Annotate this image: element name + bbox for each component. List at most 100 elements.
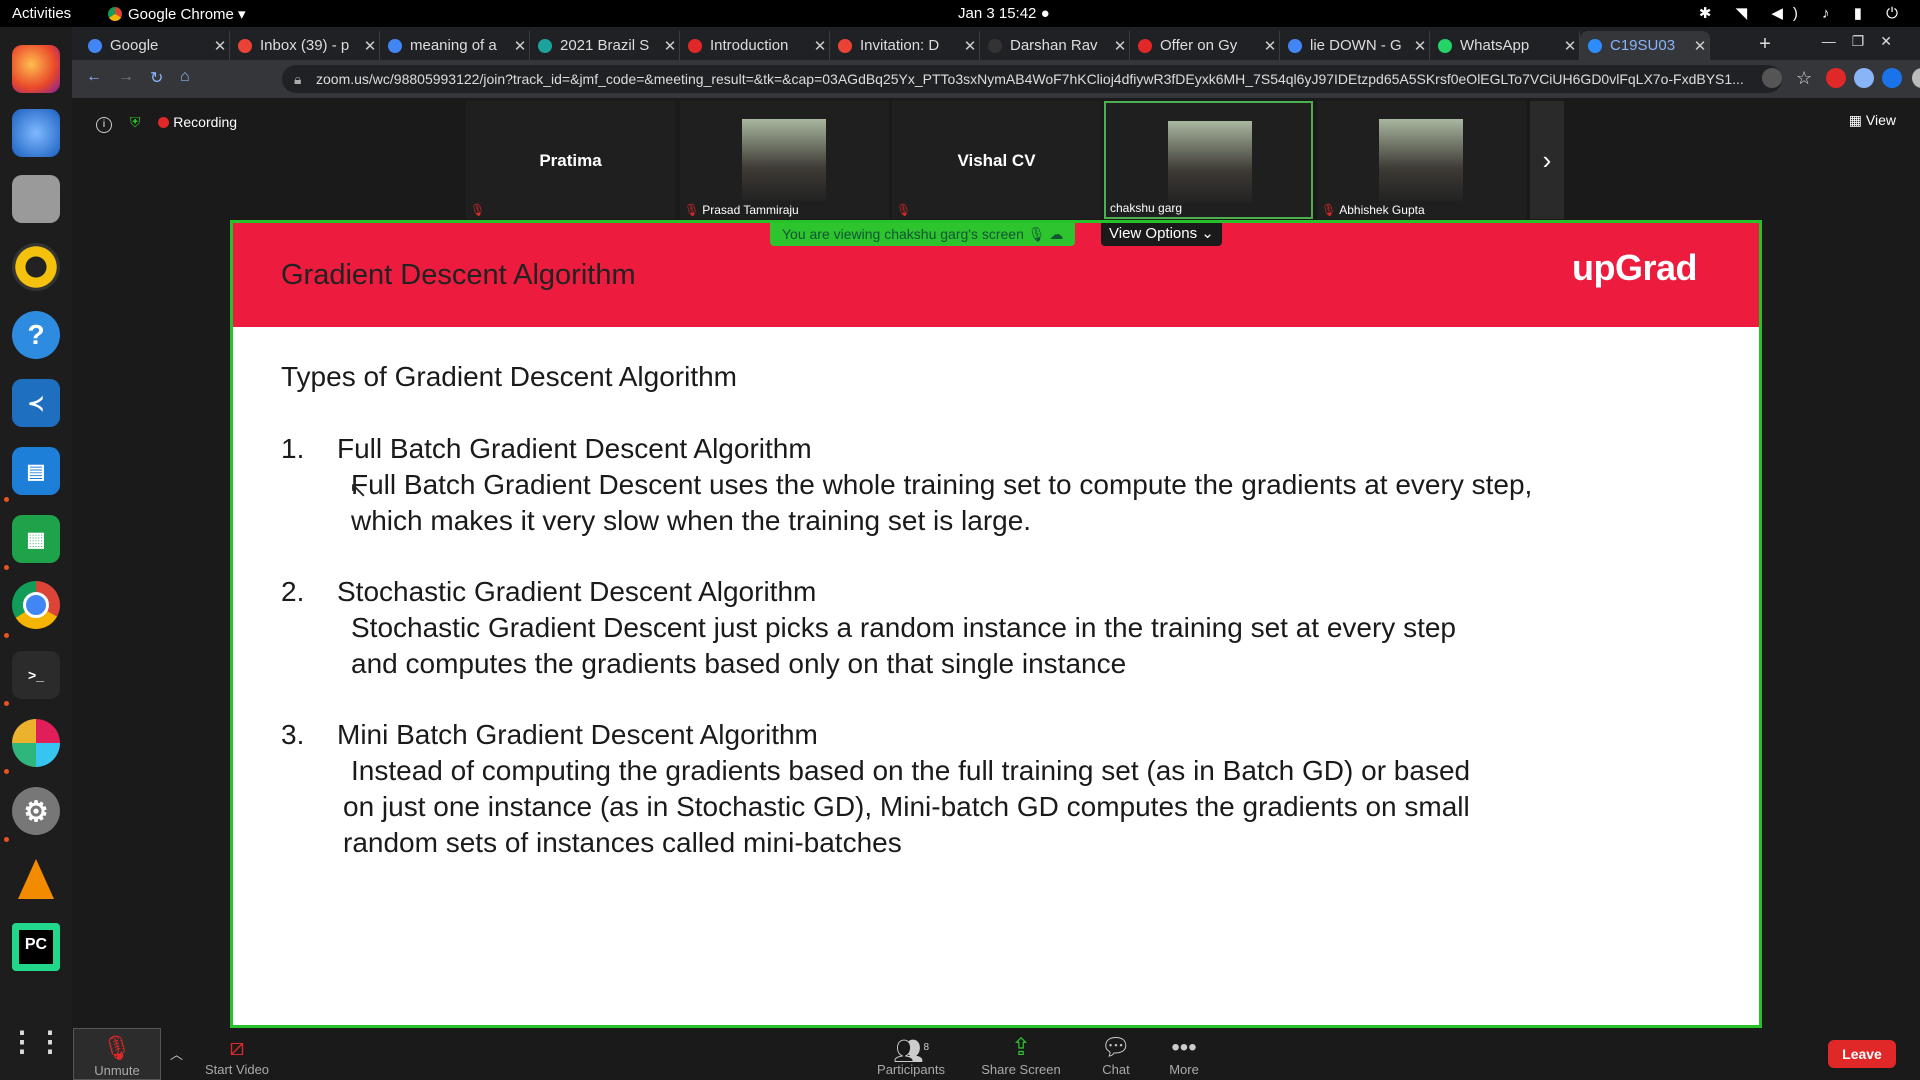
close-tab-icon[interactable]: ✕ — [211, 37, 229, 55]
participant-tile[interactable]: Pratima 🎙︎ — [466, 101, 675, 219]
close-tab-icon[interactable]: ✕ — [811, 37, 829, 55]
rhythmbox-icon[interactable] — [12, 243, 60, 291]
participants-label: Participants — [877, 1062, 945, 1077]
libreoffice-impress-icon[interactable]: ▤ — [12, 447, 60, 495]
browser-tab[interactable]: Google ✕ — [80, 31, 230, 60]
start-video-label: Start Video — [204, 1062, 270, 1077]
browser-tab[interactable]: Inbox (39) - p ✕ — [230, 31, 380, 60]
tab-title: WhatsApp — [1460, 37, 1530, 54]
participant-tile[interactable]: Vishal CV 🎙︎ — [892, 101, 1101, 219]
muted-mic-icon: 🎙︎ — [896, 203, 912, 217]
reload-icon[interactable]: ↻ — [150, 68, 163, 88]
terminal-icon[interactable]: >_ — [12, 651, 60, 699]
new-tab-button[interactable]: + — [1752, 33, 1778, 57]
bookmark-star-icon[interactable]: ☆ — [1796, 68, 1816, 88]
vlc-icon[interactable] — [12, 855, 60, 903]
participant-photo — [1379, 119, 1463, 201]
help-icon[interactable]: ? — [12, 311, 60, 359]
unmute-button[interactable]: 🎙︎ Unmute — [73, 1028, 161, 1080]
list-item-description: on just one instance (as in Stochastic G… — [343, 791, 1470, 822]
tab-favicon-icon — [238, 38, 252, 53]
recording-label: Recording — [173, 114, 238, 130]
firefox-icon[interactable] — [12, 45, 60, 93]
participant-label: 🎙︎ — [470, 203, 488, 217]
muted-mic-icon: 🎙︎ — [684, 203, 700, 217]
back-icon[interactable]: ← — [86, 68, 102, 86]
list-number: 3. — [281, 719, 305, 750]
libreoffice-calc-icon[interactable]: ▦ — [12, 515, 60, 563]
settings-icon[interactable]: ⚙ — [12, 787, 60, 835]
viewing-banner: You are viewing chakshu garg's screen 🎙︎… — [770, 223, 1076, 246]
close-tab-icon[interactable]: ✕ — [361, 37, 379, 55]
browser-tab[interactable]: 2021 Brazil S ✕ — [530, 31, 680, 60]
tab-favicon-icon — [388, 38, 402, 53]
slack-icon[interactable] — [12, 719, 60, 767]
shield-icon[interactable]: ⛨ — [130, 114, 141, 130]
chrome-icon[interactable] — [12, 581, 60, 629]
close-tab-icon[interactable]: ✕ — [661, 37, 679, 55]
start-video-button[interactable]: ⧄ Start Video — [192, 1034, 282, 1077]
share-screen-icon: ⇪ — [1010, 1034, 1032, 1061]
close-tab-icon[interactable]: ✕ — [1411, 37, 1429, 55]
show-applications-icon[interactable]: ⋮⋮ — [8, 1017, 64, 1065]
chat-button[interactable]: 💬︎ Chat — [1086, 1034, 1146, 1077]
dock: ? ≺ ▤ ▦ >_ ⚙ PC ⋮⋮ — [0, 27, 72, 1080]
clock[interactable]: Jan 3 15:42 ● — [958, 5, 1050, 22]
share-screen-button[interactable]: ⇪ Share Screen — [978, 1034, 1064, 1077]
leave-button[interactable]: Leave — [1828, 1040, 1896, 1068]
list-item-description: which makes it very slow when the traini… — [351, 505, 1032, 536]
more-button[interactable]: ••• More — [1154, 1034, 1214, 1077]
more-label: More — [1169, 1062, 1199, 1077]
forward-icon[interactable]: → — [118, 68, 134, 86]
participants-button[interactable]: 👥︎8 Participants — [868, 1034, 954, 1077]
view-options-button[interactable]: View Options ⌄ — [1101, 223, 1222, 246]
activities-button[interactable]: Activities — [12, 5, 71, 22]
app-menu[interactable]: Google Chrome ▾ — [108, 5, 246, 23]
window-controls[interactable]: —❐✕ — [1822, 33, 1908, 50]
mute-icon: 🎙︎ — [1027, 226, 1046, 242]
browser-tab[interactable]: WhatsApp ✕ — [1430, 31, 1580, 60]
info-icon[interactable]: i — [96, 117, 112, 133]
address-bar[interactable]: 🔒︎ zoom.us/wc/98805993122/join?track_id=… — [282, 65, 1782, 93]
close-tab-icon[interactable]: ✕ — [511, 37, 529, 55]
muted-mic-icon: 🎙︎ — [101, 1035, 133, 1062]
participant-label-text: Abhishek Gupta — [1339, 203, 1425, 217]
participant-label-text: Prasad Tammiraju — [702, 203, 799, 217]
tab-favicon-icon — [1588, 38, 1602, 53]
profile-avatar[interactable] — [1912, 68, 1920, 88]
extensions-puzzle-icon[interactable] — [1854, 68, 1874, 88]
browser-tab[interactable]: meaning of a ✕ — [380, 31, 530, 60]
close-tab-icon[interactable]: ✕ — [1261, 37, 1279, 55]
url-text: zoom.us/wc/98805993122/join?track_id=&jm… — [316, 71, 1744, 87]
participant-tile[interactable]: chakshu garg — [1104, 101, 1313, 219]
files-icon[interactable] — [12, 175, 60, 223]
close-tab-icon[interactable]: ✕ — [961, 37, 979, 55]
list-item-description: Full Batch Gradient Descent uses the who… — [351, 469, 1533, 500]
browser-tab[interactable]: Darshan Rav ✕ — [980, 31, 1130, 60]
media-icon[interactable] — [1882, 68, 1902, 88]
close-tab-icon[interactable]: ✕ — [1111, 37, 1129, 55]
audio-options-chevron-icon[interactable]: ︿ — [170, 1044, 183, 1063]
unmute-label: Unmute — [94, 1063, 140, 1078]
vscode-icon[interactable]: ≺ — [12, 379, 60, 427]
close-tab-icon[interactable]: ✕ — [1691, 37, 1709, 55]
browser-tab[interactable]: lie DOWN - G ✕ — [1280, 31, 1430, 60]
participant-tile[interactable]: 🎙︎ Abhishek Gupta — [1317, 101, 1526, 219]
system-tray[interactable]: ✱ ◥ ◀) ♪ ▮ ⏻ — [1699, 4, 1908, 22]
browser-tab[interactable]: Offer on Gy ✕ — [1130, 31, 1280, 60]
extension-icon[interactable] — [1826, 68, 1846, 88]
home-icon[interactable]: ⌂ — [180, 68, 190, 86]
pycharm-icon[interactable]: PC — [12, 923, 60, 971]
thunderbird-icon[interactable] — [12, 109, 60, 157]
close-tab-icon[interactable]: ✕ — [1561, 37, 1579, 55]
tab-favicon-icon — [688, 38, 702, 53]
browser-tab[interactable]: Invitation: D ✕ — [830, 31, 980, 60]
shared-screen: Gradient Descent Algorithm upGrad You ar… — [230, 220, 1762, 1028]
participant-tile[interactable]: 🎙︎ Prasad Tammiraju — [680, 101, 889, 219]
browser-tab[interactable]: C19SU03 ✕ — [1580, 31, 1710, 60]
view-button[interactable]: ▦ View — [1849, 112, 1896, 129]
tab-title: C19SU03 — [1610, 37, 1676, 54]
next-participants-button[interactable]: › — [1530, 101, 1564, 219]
browser-tab[interactable]: Introduction ✕ — [680, 31, 830, 60]
camera-icon[interactable] — [1762, 68, 1782, 88]
